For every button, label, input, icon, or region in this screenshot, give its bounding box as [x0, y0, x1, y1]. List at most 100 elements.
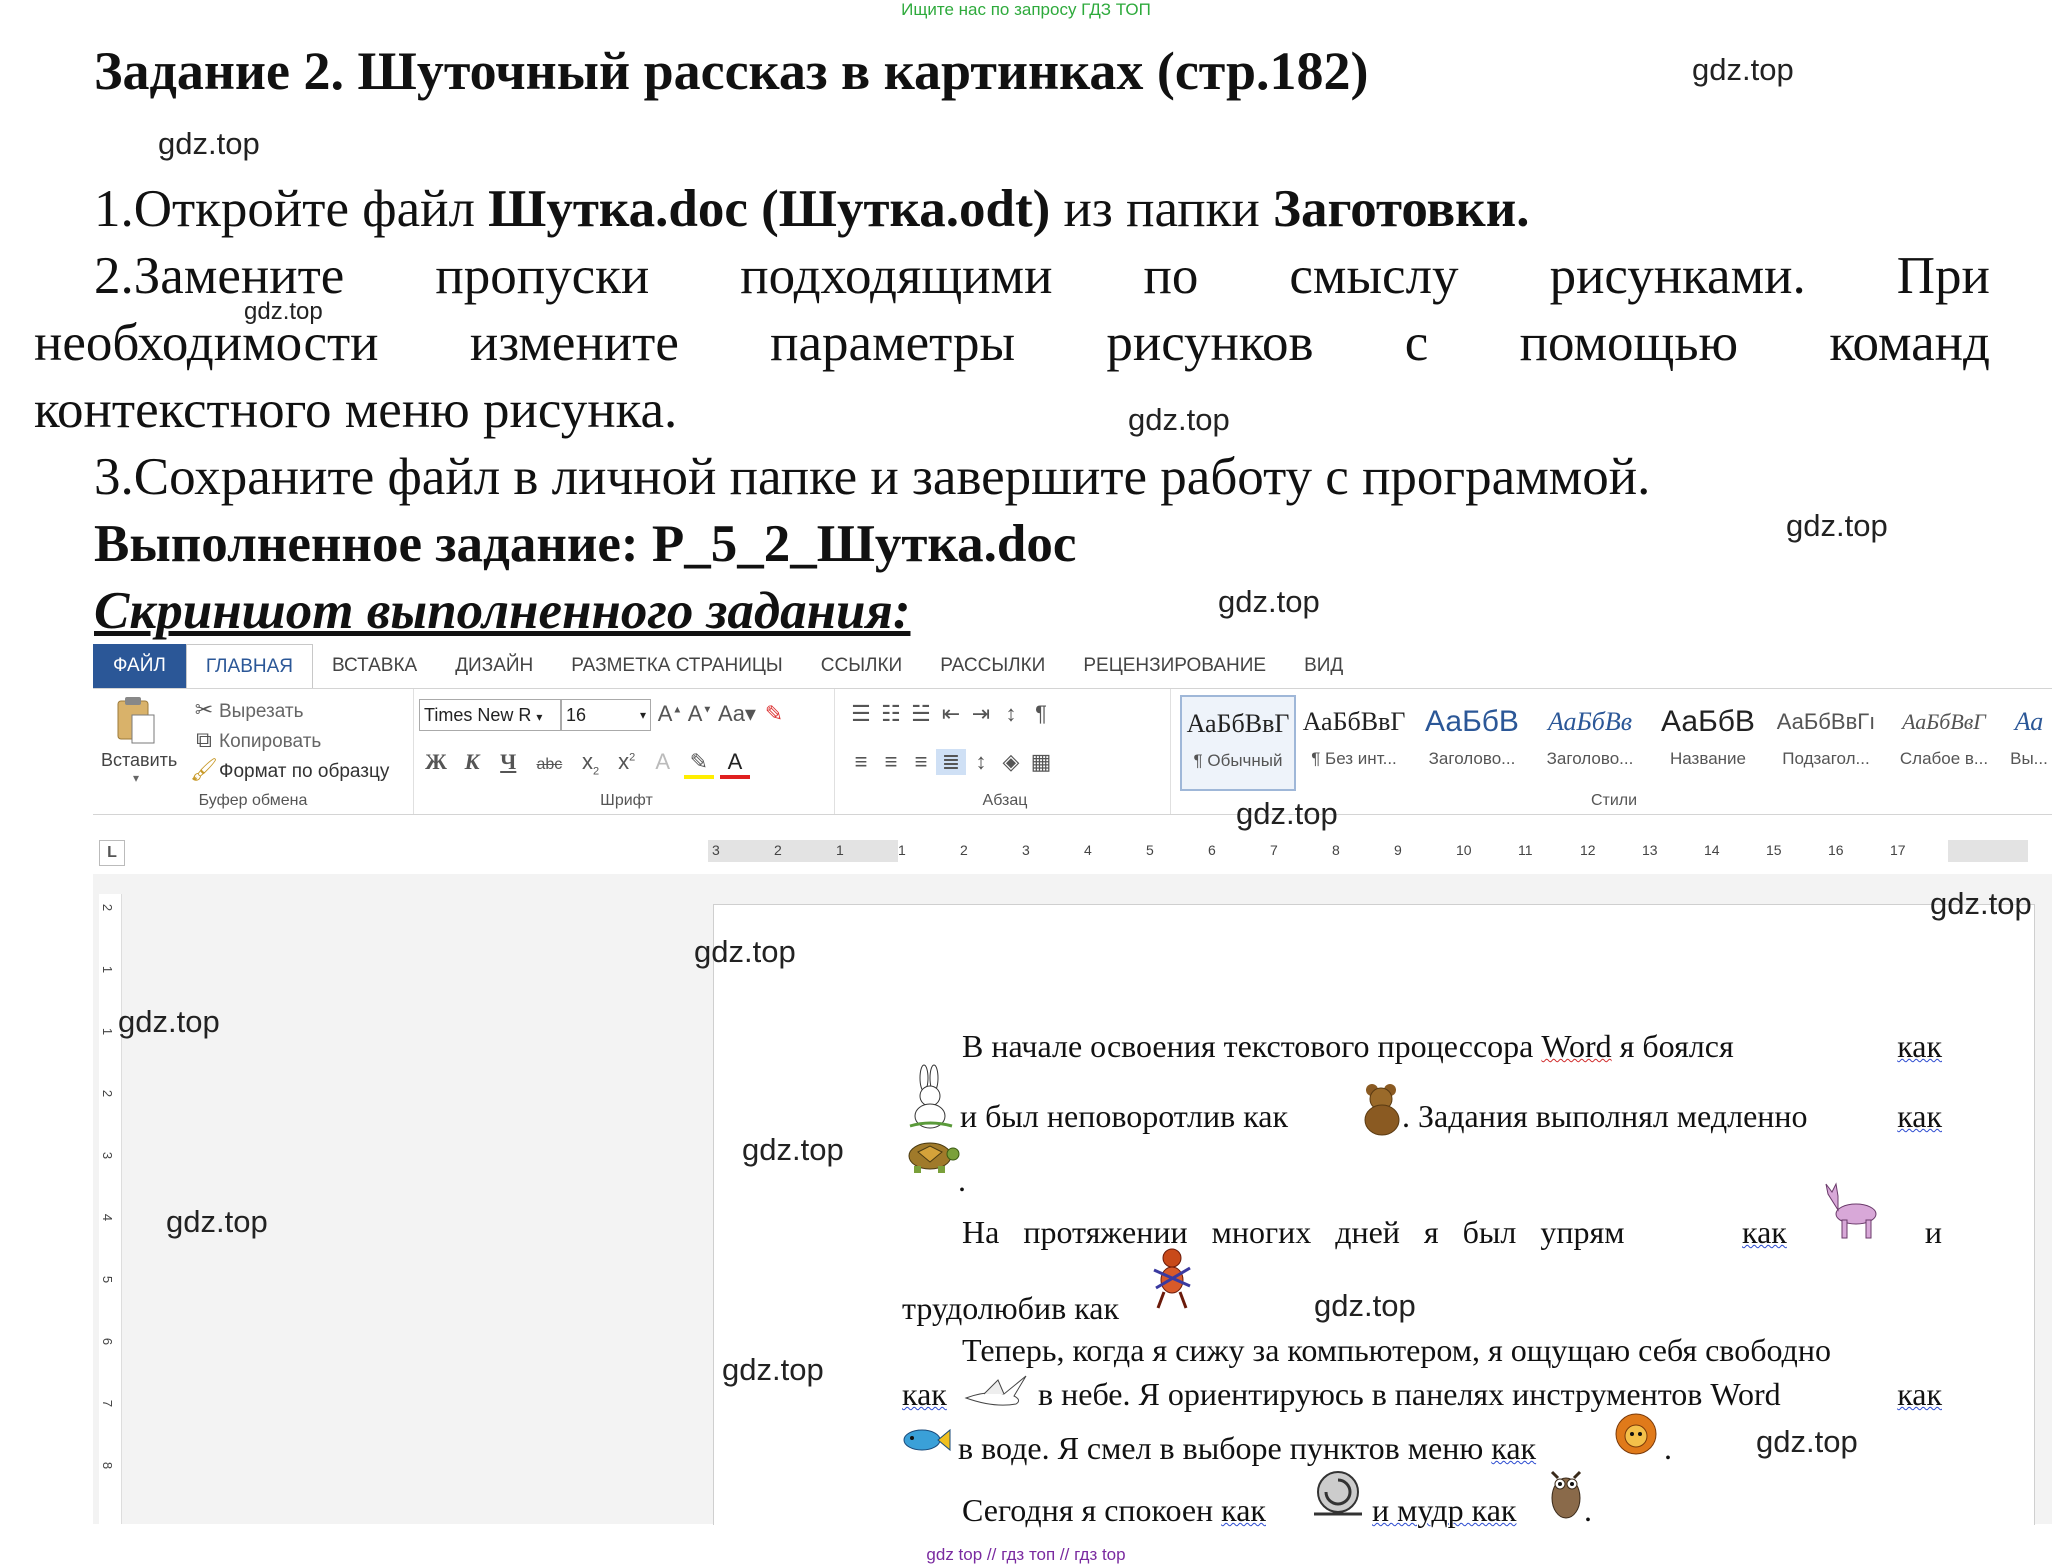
style-preview: Аа [2014, 707, 2044, 736]
fish-picture[interactable] [900, 1418, 952, 1458]
subscript-icon[interactable]: x2 [576, 749, 606, 777]
ruler-tick-label: 7 [1270, 842, 1278, 858]
doc-text: и [1924, 1214, 1942, 1250]
strikethrough-button[interactable]: abc [529, 756, 569, 774]
doc-line: Сегодня я спокоен как [962, 1492, 1266, 1529]
line-spacing-icon[interactable]: ↕ [966, 749, 996, 775]
style-normal[interactable]: АаБбВвГ ¶ Обычный [1180, 695, 1296, 791]
copy-button[interactable]: ⧉ Копировать [189, 727, 321, 753]
doc-text: как [902, 1376, 947, 1412]
cut-label: Вырезать [219, 701, 304, 722]
ruler-tick-label: 3 [1022, 842, 1030, 858]
rabbit-picture[interactable] [904, 1064, 956, 1132]
decrease-indent-icon[interactable]: ⇤ [936, 701, 966, 727]
ruler-tick-label: 2 [100, 903, 116, 912]
superscript-icon[interactable]: x2 [612, 749, 642, 775]
justify-icon[interactable]: ≣ [936, 749, 966, 775]
step-2-word: рисунков [1106, 314, 1314, 372]
tab-home[interactable]: ГЛАВНАЯ [185, 643, 313, 689]
step-2-word: необходимости [34, 314, 379, 372]
style-more[interactable]: Аа Вы... [2006, 695, 2052, 787]
align-center-icon[interactable]: ≡ [876, 749, 906, 775]
vertical-ruler[interactable]: 2 1 1 2 3 4 5 6 7 8 [99, 894, 122, 1524]
owl-picture[interactable] [1546, 1464, 1586, 1522]
style-preview: АаБбВ [1661, 705, 1755, 738]
ruler-tick-label: 1 [898, 842, 906, 858]
bear-picture[interactable] [1360, 1082, 1404, 1136]
ruler-tick-label: 2 [960, 842, 968, 858]
sort-icon[interactable]: ↕ [996, 701, 1026, 727]
paste-button[interactable]: Вставить ▾ [101, 695, 177, 785]
ruler-tick-label: 17 [1890, 842, 1906, 858]
tab-mailings[interactable]: РАССЫЛКИ [921, 644, 1064, 688]
numbering-icon[interactable]: ☷ [876, 701, 906, 727]
shrink-font-icon[interactable]: A▼ [685, 701, 715, 727]
snail-picture[interactable] [1310, 1468, 1366, 1520]
tab-insert[interactable]: ВСТАВКА [313, 644, 436, 688]
style-subtle-emphasis[interactable]: АаБбВвГ Слабое в... [1888, 695, 2000, 787]
bullets-icon[interactable]: ☰ [846, 701, 876, 727]
style-heading-2[interactable]: АаБбВв Заголово... [1534, 695, 1646, 787]
brush-icon: 🖌 [190, 757, 218, 782]
pilcrow-icon[interactable]: ¶ [1026, 701, 1056, 727]
cut-button[interactable]: ✂ Вырезать [189, 697, 304, 723]
style-heading-1[interactable]: АаБбВ Заголово... [1416, 695, 1528, 787]
horizontal-ruler[interactable]: 3 2 1 1 2 3 4 5 6 7 8 9 10 11 12 13 14 15 16 17 [708, 840, 2028, 862]
font-group: Times New R ▾ 16 ▾ A▲ A▼ Aa▾ ✎ Ж К Ч abc x2 … [419, 689, 835, 814]
font-size-select[interactable]: 16 ▾ [561, 699, 651, 731]
font-name-select[interactable]: Times New R ▾ [419, 699, 561, 731]
format-painter-button[interactable]: 🖌Формат по образцу [189, 757, 389, 783]
step-2-line-2: необходимости измените параметры рисунко… [34, 310, 1990, 377]
doc-text: . [1664, 1430, 1672, 1466]
bird-picture[interactable] [964, 1372, 1030, 1412]
align-left-icon[interactable]: ≡ [846, 749, 876, 775]
clear-format-icon[interactable]: ✎ [759, 701, 789, 727]
style-subtitle[interactable]: АаБбВвГı Подзагол... [1770, 695, 1882, 787]
style-preview: АаБбВв [1547, 707, 1633, 736]
step-2-word: команд [1829, 314, 1990, 372]
step-2-word: подходящими [740, 247, 1053, 305]
tab-selector[interactable]: L [99, 840, 125, 866]
font-color-icon[interactable]: A [720, 749, 750, 779]
style-no-spacing[interactable]: АаБбВвГ ¶ Без инт... [1298, 695, 1410, 787]
donkey-picture[interactable] [1822, 1180, 1884, 1242]
increase-indent-icon[interactable]: ⇥ [966, 701, 996, 727]
italic-button[interactable]: К [457, 749, 487, 775]
step-1-filename: Шутка.doc (Шутка.odt) [488, 180, 1051, 238]
ruler-tick-label: 2 [100, 1089, 116, 1098]
borders-icon[interactable]: ▦ [1026, 749, 1056, 775]
grow-font-icon[interactable]: A▲ [655, 701, 685, 727]
watermark: gdz.top [1236, 796, 1338, 831]
tab-page-layout[interactable]: РАЗМЕТКА СТРАНИЦЫ [552, 644, 802, 688]
chevron-down-icon[interactable]: ▾ [101, 771, 171, 785]
step-2-word: параметры [770, 314, 1016, 372]
ruler-margin-left [708, 840, 898, 862]
doc-text: как [1221, 1492, 1266, 1528]
step-2-line-3: контекстного меню рисунка. [34, 381, 678, 439]
tab-design[interactable]: ДИЗАЙН [436, 644, 552, 688]
multilevel-list-icon[interactable]: ☱ [906, 701, 936, 727]
underline-button[interactable]: Ч [493, 749, 523, 775]
change-case-icon[interactable]: Aa▾ [715, 701, 759, 727]
doc-text: в воде. Я смел в выборе пунктов меню [958, 1430, 1492, 1466]
align-right-icon[interactable]: ≡ [906, 749, 936, 775]
step-2-word: измените [469, 314, 679, 372]
ant-picture[interactable] [1148, 1246, 1196, 1312]
step-1-text: 1.Откройте файл [94, 180, 489, 238]
watermark: gdz.top [1786, 508, 1888, 543]
ruler-tick-label: 12 [1580, 842, 1596, 858]
tab-file[interactable]: ФАЙЛ [93, 644, 186, 688]
tab-view[interactable]: ВИД [1285, 644, 1362, 688]
bold-button[interactable]: Ж [421, 749, 451, 775]
doc-text: как [1491, 1430, 1537, 1466]
tab-references[interactable]: ССЫЛКИ [802, 644, 921, 688]
tab-review[interactable]: РЕЦЕНЗИРОВАНИЕ [1064, 644, 1285, 688]
lion-picture[interactable] [1608, 1410, 1666, 1460]
highlight-icon[interactable]: ✎ [683, 749, 714, 779]
step-1-folder: Заготовки. [1273, 180, 1530, 238]
shading-icon[interactable]: ◈ [996, 749, 1026, 775]
doc-text: как [1742, 1214, 1787, 1250]
turtle-picture[interactable] [900, 1134, 960, 1176]
style-title[interactable]: АаБбВ Название [1652, 695, 1764, 787]
text-effects-icon[interactable]: A [648, 749, 678, 775]
